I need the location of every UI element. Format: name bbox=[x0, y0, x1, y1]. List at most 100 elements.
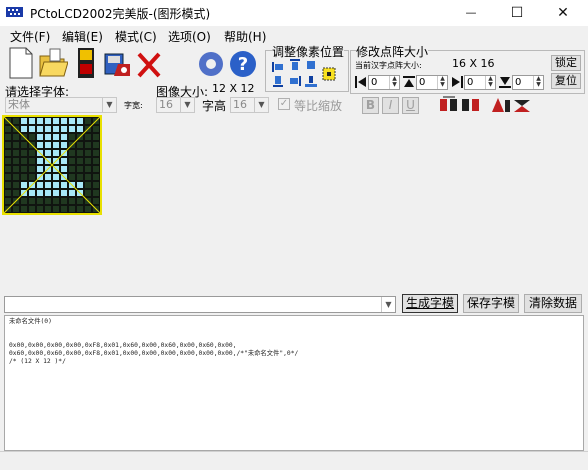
pixel-off[interactable] bbox=[69, 206, 75, 212]
pixel-off[interactable] bbox=[29, 134, 35, 140]
pixel-off[interactable] bbox=[5, 166, 11, 172]
pixel-off[interactable] bbox=[5, 190, 11, 196]
pixel-off[interactable] bbox=[77, 166, 83, 172]
pixel-off[interactable] bbox=[5, 198, 11, 204]
app-icon[interactable] bbox=[6, 5, 23, 19]
pixel-grid[interactable] bbox=[3, 116, 101, 214]
pixel-off[interactable] bbox=[21, 198, 27, 204]
pixel-off[interactable] bbox=[69, 134, 75, 140]
pixel-on[interactable] bbox=[45, 190, 51, 196]
center-pixels-icon[interactable] bbox=[320, 65, 338, 83]
lock-button[interactable]: 锁定 bbox=[551, 55, 581, 71]
char-width-select[interactable]: 16 ▼ bbox=[156, 97, 195, 113]
pixel-off[interactable] bbox=[93, 166, 99, 172]
pixel-on[interactable] bbox=[61, 142, 67, 148]
pixel-on[interactable] bbox=[45, 142, 51, 148]
pixel-off[interactable] bbox=[93, 126, 99, 132]
right-spin[interactable]: 0 ▲ ▼ bbox=[464, 75, 496, 90]
align-center-icon[interactable] bbox=[305, 59, 317, 71]
pixel-on[interactable] bbox=[53, 174, 59, 180]
right-spin-arrows[interactable]: ▲ ▼ bbox=[485, 76, 495, 89]
pixel-off[interactable] bbox=[29, 198, 35, 204]
pixel-off[interactable] bbox=[21, 150, 27, 156]
pixel-on[interactable] bbox=[77, 118, 83, 124]
pixel-off[interactable] bbox=[85, 190, 91, 196]
flip-vertical-icon[interactable] bbox=[512, 96, 534, 114]
pixel-off[interactable] bbox=[61, 206, 67, 212]
pixel-off[interactable] bbox=[69, 198, 75, 204]
pixel-off[interactable] bbox=[21, 158, 27, 164]
menu-mode[interactable]: 模式(C) bbox=[115, 28, 157, 45]
chevron-down-icon[interactable]: ▼ bbox=[381, 297, 395, 312]
pixel-on[interactable] bbox=[61, 126, 67, 132]
pixel-off[interactable] bbox=[77, 150, 83, 156]
shrink-right-icon[interactable] bbox=[450, 75, 464, 89]
pixel-on[interactable] bbox=[21, 182, 27, 188]
pixel-on[interactable] bbox=[45, 150, 51, 156]
pixel-off[interactable] bbox=[13, 174, 19, 180]
pixel-off[interactable] bbox=[5, 126, 11, 132]
pixel-off[interactable] bbox=[13, 190, 19, 196]
pixel-off[interactable] bbox=[93, 182, 99, 188]
pixel-off[interactable] bbox=[13, 182, 19, 188]
pixel-off[interactable] bbox=[61, 198, 67, 204]
pixel-off[interactable] bbox=[93, 174, 99, 180]
pixel-on[interactable] bbox=[45, 182, 51, 188]
pixel-off[interactable] bbox=[5, 174, 11, 180]
pixel-on[interactable] bbox=[45, 126, 51, 132]
scale-checkbox[interactable]: ✓ bbox=[278, 98, 290, 110]
pixel-on[interactable] bbox=[61, 158, 67, 164]
pixel-off[interactable] bbox=[77, 142, 83, 148]
pixel-on[interactable] bbox=[61, 190, 67, 196]
pixel-on[interactable] bbox=[53, 190, 59, 196]
chevron-down-icon[interactable]: ▼ bbox=[180, 98, 194, 112]
pixel-on[interactable] bbox=[45, 118, 51, 124]
pixel-off[interactable] bbox=[21, 142, 27, 148]
pixel-off[interactable] bbox=[93, 134, 99, 140]
clear-data-button[interactable]: 清除数据 bbox=[524, 294, 582, 313]
pixel-on[interactable] bbox=[29, 118, 35, 124]
pixel-on[interactable] bbox=[53, 150, 59, 156]
output-textarea[interactable]: 未命名文件(0) 0x00,0x00,0x00,0x00,0xF8,0x01,0… bbox=[4, 315, 584, 451]
flip-horizontal-icon[interactable] bbox=[490, 96, 512, 114]
pixel-off[interactable] bbox=[13, 158, 19, 164]
pixel-off[interactable] bbox=[5, 150, 11, 156]
pixel-off[interactable] bbox=[21, 206, 27, 212]
pixel-on[interactable] bbox=[29, 126, 35, 132]
pixel-off[interactable] bbox=[69, 158, 75, 164]
pixel-off[interactable] bbox=[93, 198, 99, 204]
pixel-off[interactable] bbox=[85, 182, 91, 188]
pixel-off[interactable] bbox=[13, 142, 19, 148]
pixel-on[interactable] bbox=[53, 182, 59, 188]
maximize-button[interactable]: ☐ bbox=[494, 0, 540, 26]
pixel-off[interactable] bbox=[85, 166, 91, 172]
pixel-on[interactable] bbox=[61, 182, 67, 188]
save-icon[interactable] bbox=[72, 46, 102, 80]
pixel-off[interactable] bbox=[85, 150, 91, 156]
pixel-off[interactable] bbox=[21, 174, 27, 180]
pixel-off[interactable] bbox=[85, 206, 91, 212]
pixel-off[interactable] bbox=[45, 206, 51, 212]
pixel-on[interactable] bbox=[21, 118, 27, 124]
pixel-on[interactable] bbox=[37, 158, 43, 164]
top-spin[interactable]: 0 ▲ ▼ bbox=[416, 75, 448, 90]
pixel-on[interactable] bbox=[69, 118, 75, 124]
char-height-select[interactable]: 16 ▼ bbox=[230, 97, 269, 113]
pixel-off[interactable] bbox=[85, 142, 91, 148]
pixel-off[interactable] bbox=[93, 190, 99, 196]
underline-button[interactable]: U bbox=[402, 97, 419, 114]
align-down-icon[interactable] bbox=[272, 75, 284, 87]
pixel-off[interactable] bbox=[13, 166, 19, 172]
rotate-right-icon[interactable] bbox=[460, 96, 482, 114]
settings-gear-icon[interactable] bbox=[196, 46, 226, 80]
align-up-icon[interactable] bbox=[289, 59, 301, 71]
rotate-left-icon[interactable] bbox=[438, 96, 460, 114]
shrink-bottom-icon[interactable] bbox=[498, 75, 512, 89]
top-spin-arrows[interactable]: ▲ ▼ bbox=[437, 76, 447, 89]
close-button[interactable]: ✕ bbox=[540, 0, 586, 26]
pixel-on[interactable] bbox=[77, 126, 83, 132]
pixel-on[interactable] bbox=[53, 118, 59, 124]
pixel-off[interactable] bbox=[13, 134, 19, 140]
pixel-off[interactable] bbox=[69, 174, 75, 180]
pixel-on[interactable] bbox=[37, 134, 43, 140]
